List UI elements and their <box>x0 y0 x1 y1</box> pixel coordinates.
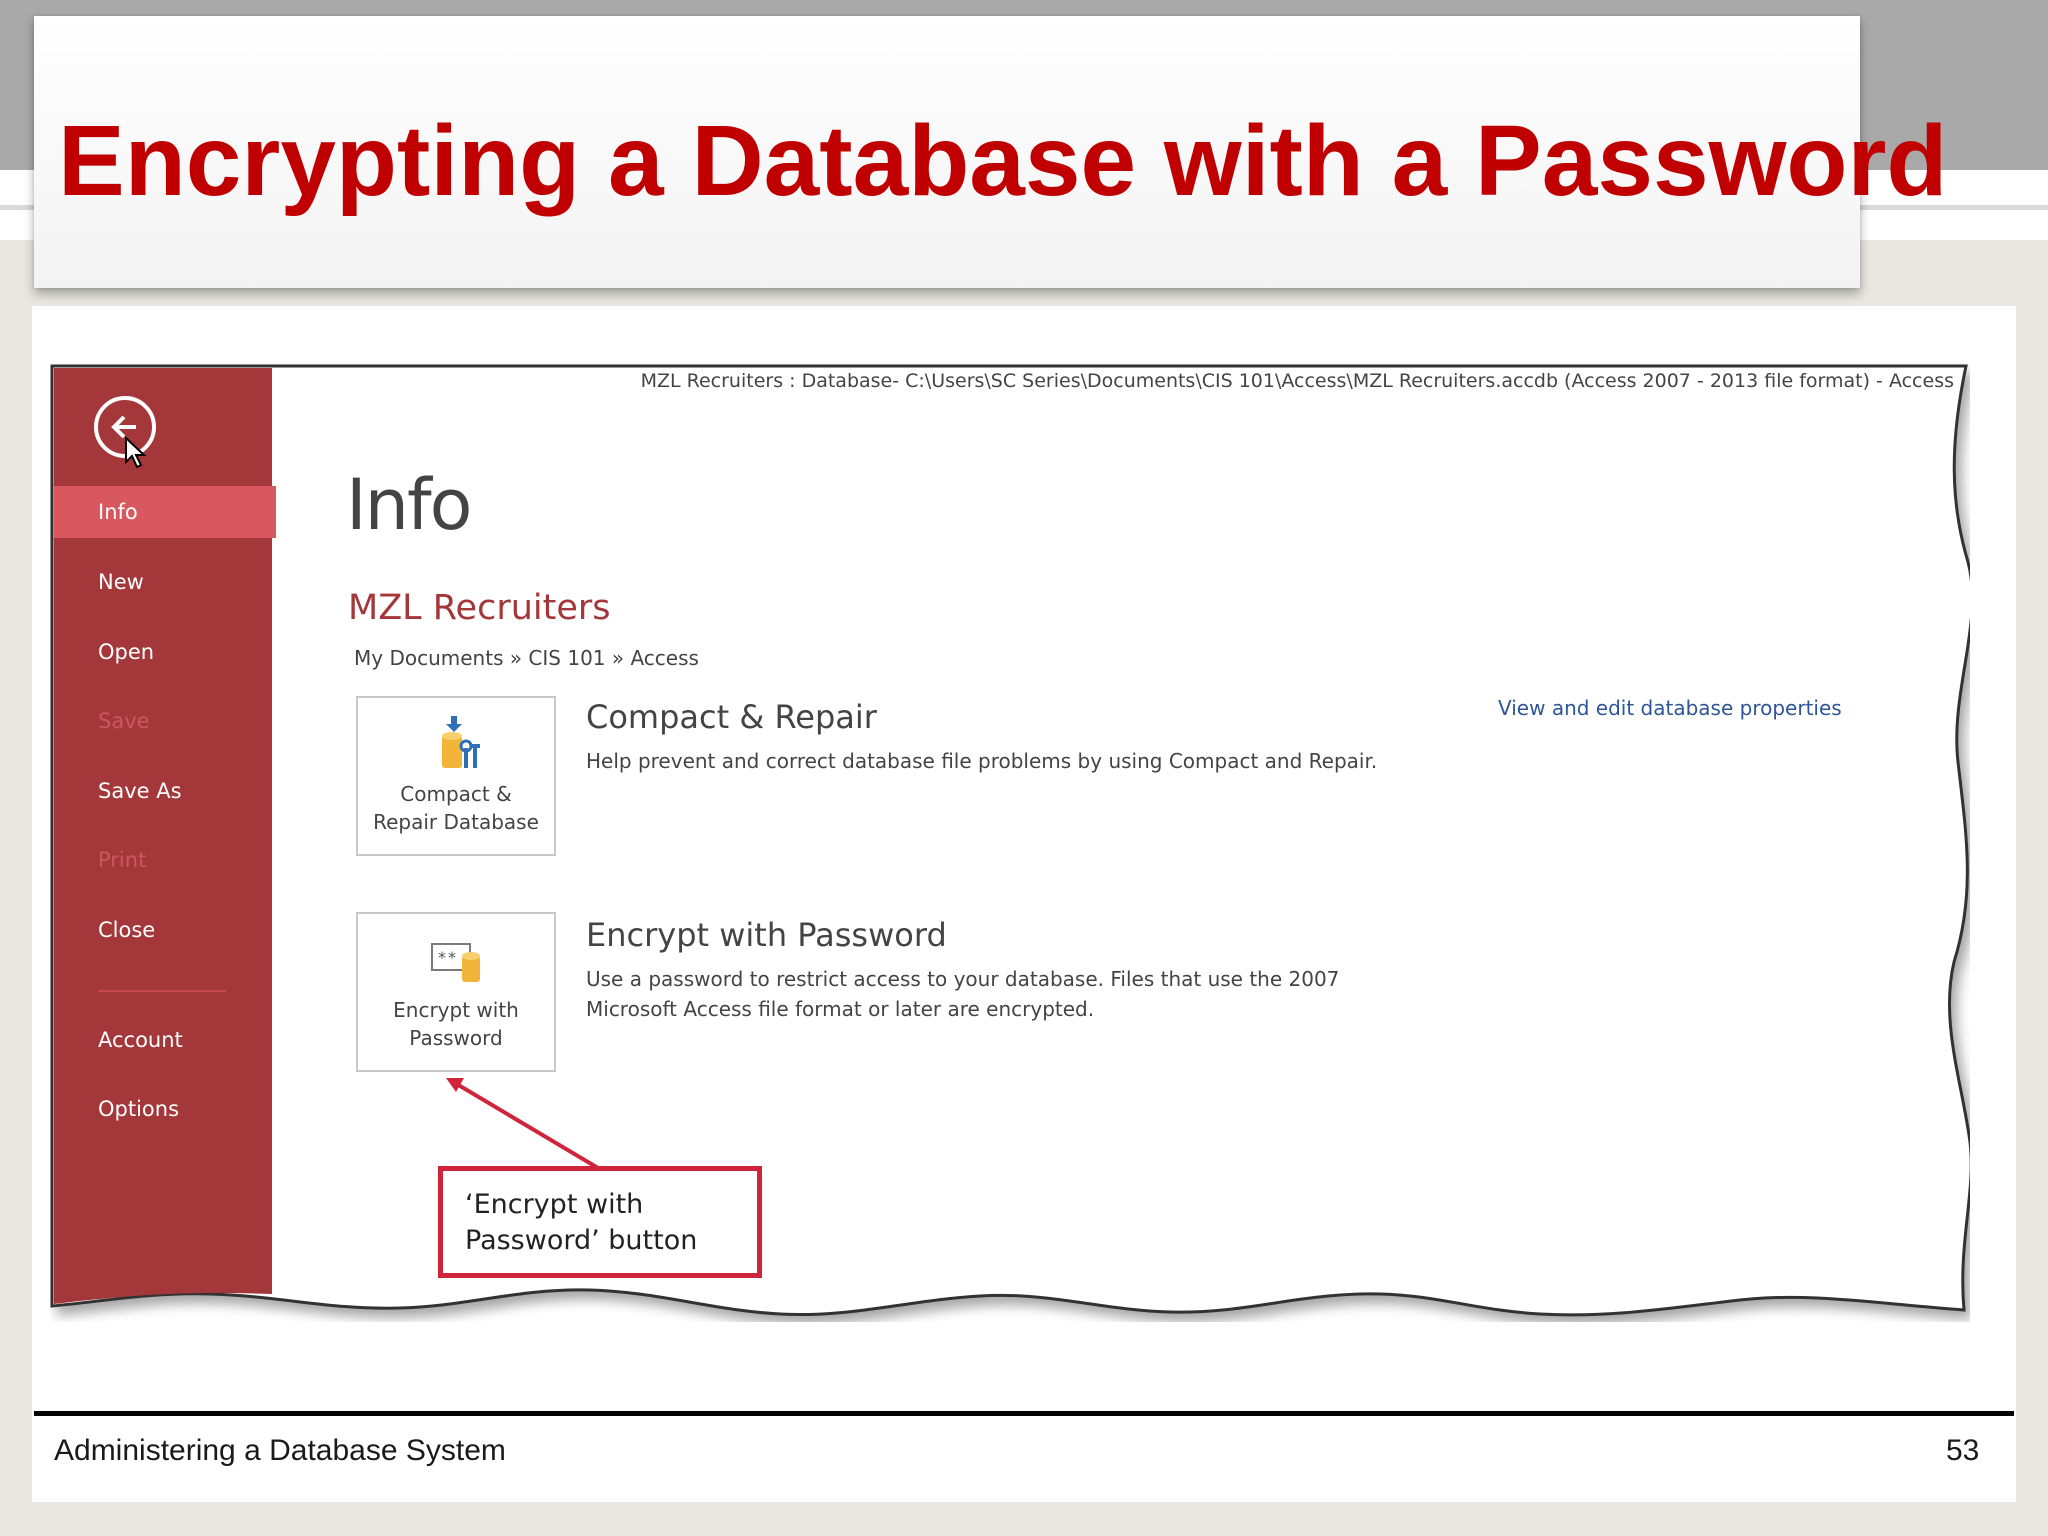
callout-box: ‘Encrypt with Password’ button <box>438 1166 762 1278</box>
footer-rule <box>34 1411 2014 1416</box>
encrypt-password-icon: * * <box>431 943 480 982</box>
screenshot-frame <box>50 364 1970 1317</box>
access-screenshot: Info New Open Save Save As Print Close A… <box>50 362 1970 1322</box>
sidebar-item-open[interactable]: Open <box>54 626 276 678</box>
slide-title: Encrypting a Database with a Password <box>58 105 1948 217</box>
page-number: 53 <box>1946 1434 1980 1467</box>
sidebar-item-options[interactable]: Options <box>54 1083 276 1135</box>
svg-text:*: * <box>438 948 446 967</box>
slide-title-box: Encrypting a Database with a Password <box>34 16 1947 288</box>
sidebar-item-info[interactable]: Info <box>54 486 276 538</box>
sidebar-item-save[interactable]: Save <box>54 695 276 747</box>
view-edit-properties-link[interactable]: View and edit database properties <box>1498 696 1842 720</box>
compact-repair-label-1: Compact & <box>400 782 512 806</box>
page-title: Info <box>346 464 472 546</box>
sidebar-item-save-as[interactable]: Save As <box>54 765 276 817</box>
encrypt-with-password-button[interactable]: * * Encrypt with Password <box>356 912 556 1072</box>
compact-repair-icon <box>442 716 480 768</box>
encrypt-description-line-2: Microsoft Access file format or later ar… <box>586 997 1095 1021</box>
sidebar-item-print[interactable]: Print <box>54 834 276 886</box>
window-title: MZL Recruiters : Database- C:\Users\SC S… <box>640 370 1954 392</box>
svg-text:*: * <box>448 948 456 967</box>
footer-text: Administering a Database System <box>54 1434 506 1467</box>
encrypt-description-line-1: Use a password to restrict access to you… <box>586 967 1340 991</box>
mouse-cursor-icon <box>125 436 147 469</box>
sidebar-divider <box>98 990 226 992</box>
compact-repair-label-2: Repair Database <box>373 810 539 834</box>
sidebar-item-account[interactable]: Account <box>54 1014 276 1066</box>
breadcrumb: My Documents » CIS 101 » Access <box>354 646 699 670</box>
database-name: MZL Recruiters <box>348 588 611 628</box>
compact-repair-title: Compact & Repair <box>586 698 877 736</box>
compact-repair-button[interactable]: Compact & Repair Database <box>356 696 556 856</box>
callout-line-1: ‘Encrypt with <box>465 1189 644 1220</box>
encrypt-label-1: Encrypt with <box>393 998 519 1022</box>
encrypt-title: Encrypt with Password <box>586 916 947 954</box>
encrypt-label-2: Password <box>409 1026 503 1050</box>
callout-line-2: Password’ button <box>465 1225 698 1256</box>
backstage-sidebar: Info New Open Save Save As Print Close A… <box>54 366 276 1306</box>
compact-repair-description: Help prevent and correct database file p… <box>586 749 1378 773</box>
sidebar-item-close[interactable]: Close <box>54 904 276 956</box>
sidebar-item-new[interactable]: New <box>54 556 276 608</box>
